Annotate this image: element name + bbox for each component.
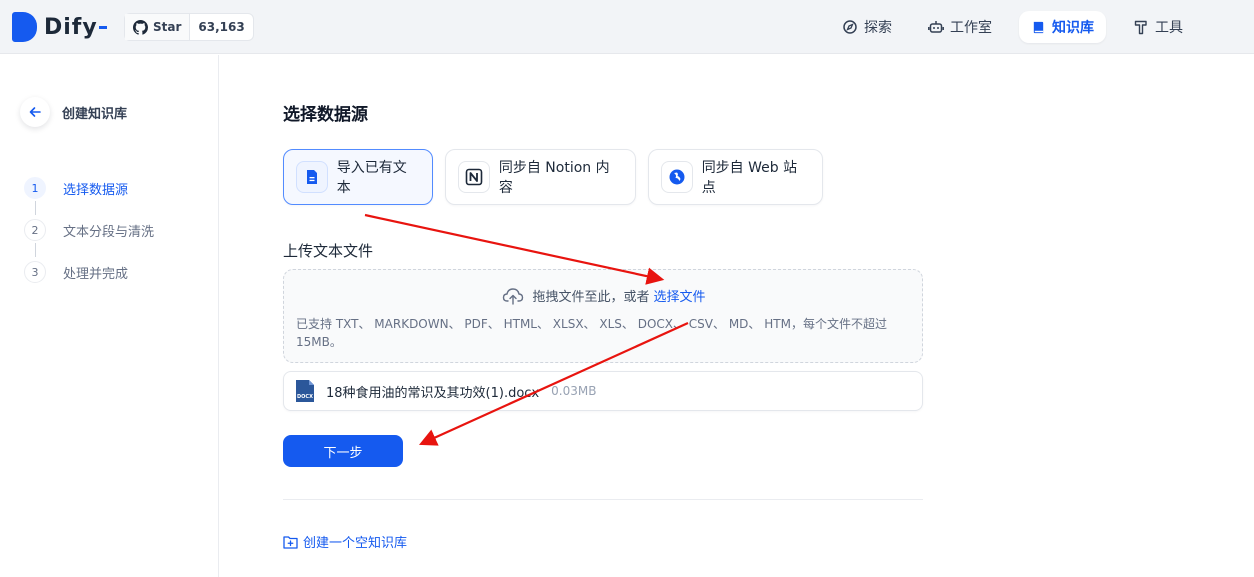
step-label: 处理并完成 — [63, 266, 129, 282]
arrow-left-icon — [29, 107, 41, 117]
cloud-upload-icon — [503, 287, 524, 305]
section-divider — [283, 499, 923, 500]
github-star-count: 63,163 — [198, 20, 245, 34]
step-label: 选择数据源 — [63, 182, 129, 198]
page-title: 选择数据源 — [283, 105, 368, 125]
upload-section-label: 上传文本文件 — [283, 242, 374, 260]
step-connector — [35, 201, 36, 215]
back-button[interactable] — [20, 97, 50, 127]
file-dropzone[interactable]: 拖拽文件至此，或者 选择文件 已支持 TXT、 MARKDOWN、 PDF、 H… — [283, 269, 923, 363]
logo-text: Dify — [44, 14, 98, 40]
source-label: 同步自 Web 站点 — [701, 160, 798, 196]
book-icon — [1033, 21, 1044, 33]
dify-logo-mark — [12, 12, 37, 42]
source-label: 同步自 Notion 内容 — [498, 160, 610, 196]
nav-knowledge[interactable]: 知识库 — [1019, 11, 1106, 43]
source-web[interactable]: 同步自 Web 站点 — [648, 149, 823, 205]
file-name: 18种食用油的常识及其功效(1).docx — [326, 385, 540, 401]
folder-plus-icon — [283, 535, 298, 549]
step-number: 1 — [24, 177, 46, 199]
sidebar: 创建知识库 1 选择数据源 2 文本分段与清洗 3 处理并完成 — [0, 55, 219, 577]
web-icon — [661, 161, 693, 193]
step-process-finish: 3 处理并完成 — [24, 261, 128, 283]
docx-icon-label: DOCX — [297, 394, 313, 400]
github-star-button[interactable]: Star 63,163 — [124, 13, 254, 41]
step-select-source: 1 选择数据源 — [24, 177, 128, 199]
nav-explore-label: 探索 — [864, 20, 892, 36]
github-star-label: Star — [153, 20, 182, 34]
source-label: 导入已有文本 — [336, 160, 407, 196]
compass-icon — [843, 20, 857, 34]
logo-underscore — [98, 25, 107, 29]
step-number: 2 — [24, 219, 46, 241]
uploaded-file-item[interactable]: DOCX 18种食用油的常识及其功效(1).docx 0.03MB — [283, 371, 923, 411]
github-icon — [133, 19, 148, 35]
hammer-icon — [1134, 20, 1147, 35]
step-segment-clean: 2 文本分段与清洗 — [24, 219, 154, 241]
dify-logo[interactable]: Dify — [12, 12, 107, 42]
robot-icon — [928, 21, 944, 33]
choose-file-link[interactable]: 选择文件 — [654, 286, 706, 305]
dropzone-text: 拖拽文件至此，或者 — [532, 290, 650, 305]
notion-icon — [458, 161, 490, 193]
create-empty-knowledge-link[interactable]: 创建一个空知识库 — [283, 532, 407, 551]
create-empty-knowledge-label: 创建一个空知识库 — [303, 536, 408, 551]
nav-tools-label: 工具 — [1155, 20, 1183, 36]
nav-studio-label: 工作室 — [950, 20, 992, 36]
step-connector — [35, 243, 36, 257]
dropzone-prompt: 拖拽文件至此，或者 选择文件 — [284, 286, 924, 305]
step-label: 文本分段与清洗 — [63, 224, 155, 240]
step-number: 3 — [24, 261, 46, 283]
docx-file-icon: DOCX — [296, 380, 314, 402]
top-bar: Dify Star 63,163 探索 工作室 知识库 工具 — [0, 0, 1254, 54]
nav-tools[interactable]: 工具 — [1121, 11, 1195, 43]
supported-formats-hint: 已支持 TXT、 MARKDOWN、 PDF、 HTML、 XLSX、 XLS、… — [296, 317, 887, 349]
nav-knowledge-label: 知识库 — [1052, 20, 1094, 36]
source-notion[interactable]: 同步自 Notion 内容 — [445, 149, 636, 205]
source-import-text[interactable]: 导入已有文本 — [283, 149, 433, 205]
nav-studio[interactable]: 工作室 — [916, 11, 1004, 43]
nav-explore[interactable]: 探索 — [830, 11, 904, 43]
sidebar-title: 创建知识库 — [62, 107, 128, 122]
next-step-button[interactable]: 下一步 — [283, 435, 403, 467]
file-text-icon — [296, 161, 328, 193]
file-size: 0.03MB — [551, 384, 597, 398]
github-star: Star — [125, 14, 191, 40]
